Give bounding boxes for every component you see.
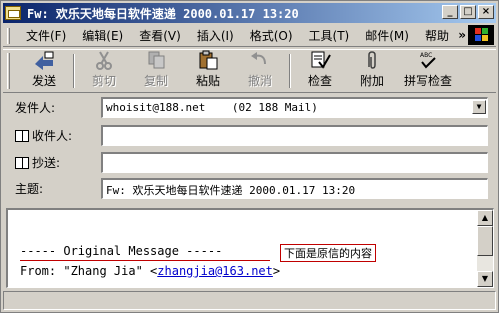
scroll-down-button[interactable]: ▼ [477,271,493,287]
compose-window: Fw: 欢乐天地每日软件速递 2000.01.17 13:20 _ □ × 文件… [0,0,499,313]
from-suffix: > [272,264,281,278]
from-value: whoisit@188.net (02 188 Mail) [106,101,318,114]
subject-row: 主题: Fw: 欢乐天地每日软件速递 2000.01.17 13:20 [3,176,496,200]
address-book-icon[interactable] [15,156,29,169]
scroll-up-button[interactable]: ▲ [477,210,493,226]
minimize-button[interactable]: _ [442,5,458,19]
cut-label: 剪切 [91,74,116,88]
from-row: 发件人: whoisit@188.net (02 188 Mail) ▼ [3,95,496,119]
from-prefix: From: "Zhang Jia" < [20,264,158,278]
from-line: From: "Zhang Jia" <zhangjia@163.net> [20,264,280,278]
cc-row: 抄送: [3,150,496,174]
copy-icon [148,51,165,69]
paste-button[interactable]: 粘贴 [182,50,234,92]
windows-logo-icon [468,25,494,45]
menu-message[interactable]: 邮件(M) [357,27,417,44]
cc-label-wrap[interactable]: 抄送: [15,154,60,171]
check-names-label: 检查 [307,74,332,88]
address-book-icon[interactable] [15,129,29,142]
spellcheck-icon: ABC [420,52,436,69]
menu-insert[interactable]: 插入(I) [189,27,242,44]
svg-text:ABC: ABC [420,52,432,59]
cc-field[interactable] [101,152,488,173]
attach-button[interactable]: 附加 [346,50,398,92]
menu-tools[interactable]: 工具(T) [301,27,358,44]
chevron-down-icon[interactable]: ▼ [472,100,486,114]
subject-field[interactable]: Fw: 欢乐天地每日软件速递 2000.01.17 13:20 [101,178,488,199]
attach-label: 附加 [359,74,384,88]
menu-overflow-chevron[interactable]: » [458,28,466,42]
menu-edit[interactable]: 编辑(E) [74,27,131,44]
paperclip-icon [368,51,376,69]
original-message-line: ----- Original Message ----- [20,244,223,258]
from-select[interactable]: whoisit@188.net (02 188 Mail) ▼ [101,97,488,118]
to-field[interactable] [101,125,488,146]
send-button[interactable]: 发送 [18,50,70,92]
close-button[interactable]: × [478,5,494,19]
message-body[interactable]: ----- Original Message ----- 下面是原信的内容 Fr… [6,208,494,288]
from-email-link[interactable]: zhangjia@163.net [157,264,273,278]
menu-help[interactable]: 帮助 [417,27,457,44]
maximize-button[interactable]: □ [460,5,476,19]
check-names-button[interactable]: 检查 [294,50,346,92]
toolbar: 发送 剪切 复制 粘贴 撤消 检查 附加 ABC 拼写检查 [3,49,496,93]
toolbar-separator [73,54,75,88]
to-row: 收件人: [3,123,496,147]
menu-view[interactable]: 查看(V) [131,27,189,44]
undo-button[interactable]: 撤消 [234,50,286,92]
annotation-label: 下面是原信的内容 [280,244,376,262]
from-label: 发件人: [15,101,56,115]
scissors-icon [96,51,112,70]
annotation-underline [20,260,270,261]
spellcheck-label: 拼写检查 [403,74,452,88]
toolbar-separator [289,54,291,88]
paste-label: 粘贴 [195,74,220,88]
paste-icon [199,50,218,70]
toolbar-grip[interactable] [7,53,10,89]
menu-bar: 文件(F) 编辑(E) 查看(V) 插入(I) 格式(O) 工具(T) 邮件(M… [3,25,496,47]
send-icon [35,51,54,70]
menu-format[interactable]: 格式(O) [242,27,301,44]
subject-label: 主题: [15,182,44,196]
menu-grip[interactable] [7,27,10,44]
menu-file[interactable]: 文件(F) [18,27,74,44]
spellcheck-button[interactable]: ABC 拼写检查 [398,50,458,92]
new-message-icon[interactable] [5,6,21,20]
undo-icon [251,52,266,65]
status-bar [3,291,496,310]
scroll-thumb[interactable] [477,226,493,256]
to-label-wrap[interactable]: 收件人: [15,127,72,144]
vertical-scrollbar[interactable]: ▲ ▼ [477,210,493,287]
copy-label: 复制 [143,74,168,88]
title-bar[interactable]: Fw: 欢乐天地每日软件速递 2000.01.17 13:20 _ □ × [3,3,496,23]
copy-button[interactable]: 复制 [130,50,182,92]
cut-button[interactable]: 剪切 [78,50,130,92]
undo-label: 撤消 [247,74,272,88]
check-names-icon [311,51,331,69]
window-title: Fw: 欢乐天地每日软件速递 2000.01.17 13:20 [27,6,299,21]
to-label: 收件人: [32,129,73,143]
cc-label: 抄送: [32,156,61,170]
send-label: 发送 [31,74,56,88]
